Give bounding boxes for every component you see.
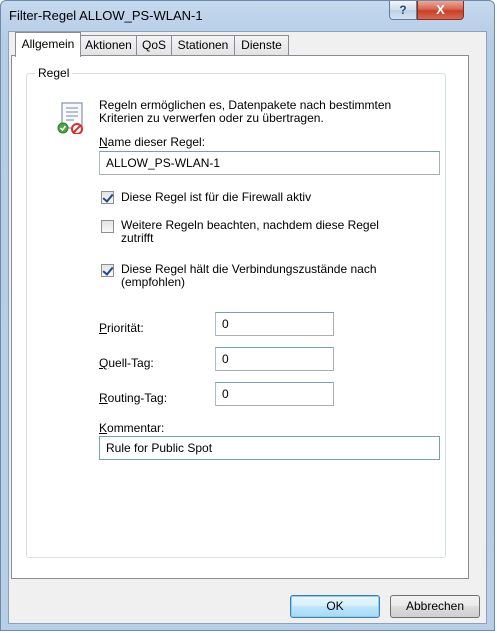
priority-input[interactable]: 0	[215, 312, 334, 336]
window-title: Filter-Regel ALLOW_PS-WLAN-1	[9, 8, 203, 23]
comment-input[interactable]: Rule for Public Spot	[99, 436, 440, 460]
dialog-window: Filter-Regel ALLOW_PS-WLAN-1 ? X Allgeme…	[0, 0, 495, 631]
tab-qos[interactable]: QoS	[136, 35, 172, 55]
tab-aktionen[interactable]: Aktionen	[80, 35, 137, 55]
continue-rules-label[interactable]: Weitere Regeln beachten, nachdem diese R…	[121, 219, 379, 245]
tab-panel-allgemein: Regel Regeln ermöglichen es, Datenpakete…	[11, 55, 469, 579]
rule-description: Regeln ermöglichen es, Datenpakete nach …	[99, 98, 392, 125]
source-tag-label: Quell-Tag:	[99, 356, 154, 370]
firewall-active-label[interactable]: Diese Regel ist für die Firewall aktiv	[121, 190, 311, 204]
close-button[interactable]: X	[417, 1, 464, 20]
track-connection-state-label[interactable]: Diese Regel hält die Verbindungszustände…	[121, 263, 377, 289]
rule-name-input[interactable]: ALLOW_PS-WLAN-1	[99, 151, 440, 175]
rule-document-icon	[56, 102, 88, 135]
name-label: Name dieser Regel:	[99, 135, 206, 149]
source-tag-input[interactable]: 0	[215, 347, 334, 371]
tab-stationen[interactable]: Stationen	[171, 35, 235, 55]
routing-tag-label: Routing-Tag:	[99, 391, 168, 405]
ok-button[interactable]: OK	[290, 595, 380, 618]
firewall-active-checkbox[interactable]	[101, 191, 114, 204]
tab-dienste[interactable]: Dienste	[234, 35, 289, 55]
continue-rules-checkbox[interactable]	[101, 220, 114, 233]
tab-allgemein[interactable]: Allgemein	[15, 32, 81, 57]
close-icon: X	[436, 2, 445, 17]
help-icon: ?	[399, 3, 407, 17]
help-button[interactable]: ?	[389, 1, 417, 20]
cancel-button[interactable]: Abbrechen	[390, 595, 480, 618]
group-label: Regel	[35, 66, 73, 80]
priority-label: Priorität:	[99, 321, 144, 335]
comment-label: Kommentar:	[99, 421, 165, 435]
track-connection-state-checkbox[interactable]	[101, 264, 114, 277]
routing-tag-input[interactable]: 0	[215, 382, 334, 406]
group-regel: Regel Regeln ermöglichen es, Datenpakete…	[26, 66, 446, 558]
title-bar[interactable]: Filter-Regel ALLOW_PS-WLAN-1 ? X	[1, 1, 494, 31]
